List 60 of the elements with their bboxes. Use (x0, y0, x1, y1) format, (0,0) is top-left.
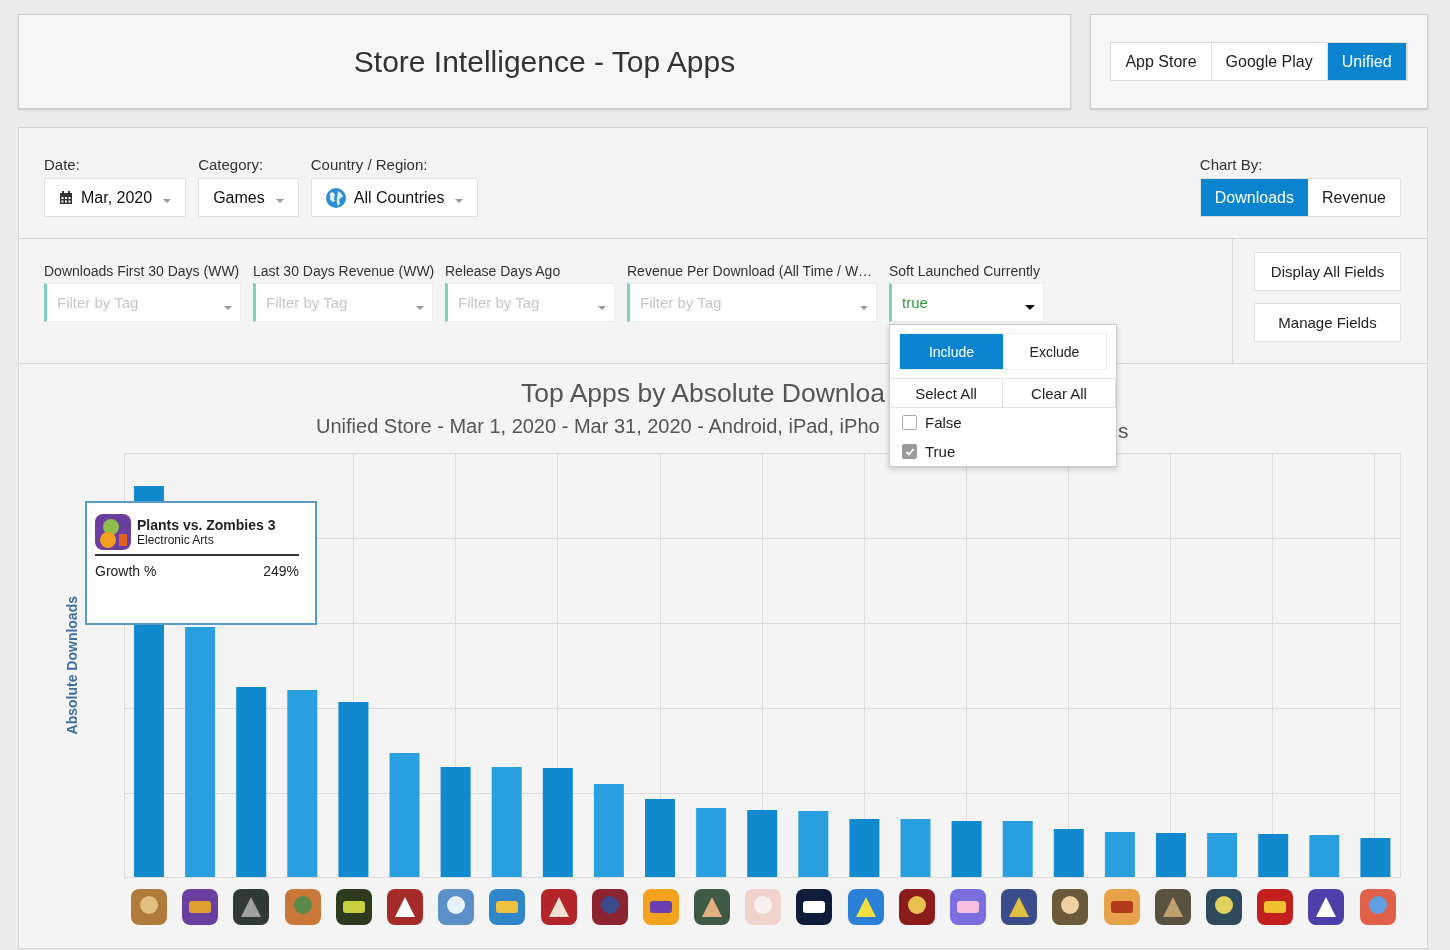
publisher-name: Electronic Arts (137, 533, 215, 547)
app-icon[interactable] (182, 889, 219, 925)
checkmark-icon (904, 446, 915, 457)
app-icon[interactable] (694, 889, 731, 925)
globe-icon (325, 187, 346, 208)
app-icon[interactable] (233, 889, 270, 925)
page-title: Store Intelligence - Top Apps (353, 44, 736, 79)
caret-icon (275, 198, 284, 203)
filter-dropdown[interactable]: Mar, 2020 (44, 178, 187, 217)
field-label: Revenue Per Download (All Time / W… (627, 263, 874, 279)
filter-label: Date: (44, 156, 81, 173)
chart-title: Top Apps by Absolute Downloa (521, 378, 885, 408)
chart-subtitle: Unified Store - Mar 1, 2020 - Mar 31, 2020 - Android, iPad, iPho (316, 415, 880, 437)
app-icon[interactable] (335, 889, 372, 925)
field-label: Release Days Ago (445, 263, 562, 279)
field-button[interactable]: Display All Fields (1254, 252, 1401, 291)
metric-value: 249% (263, 563, 299, 579)
calendar-icon (59, 190, 73, 205)
option-label: True (925, 443, 956, 460)
chart-by-toggle[interactable]: Downloads (1200, 179, 1308, 216)
checkbox[interactable] (902, 415, 917, 430)
app-icon[interactable] (591, 889, 628, 925)
filter-dropdown[interactable]: All Countries (310, 178, 479, 217)
caret-icon (1025, 305, 1035, 310)
app-icon[interactable] (1154, 889, 1191, 925)
caret-icon (455, 198, 464, 203)
popover-action-button[interactable]: Select All (890, 379, 1003, 407)
app-icon[interactable] (1308, 889, 1345, 925)
caret-icon (163, 198, 172, 203)
caret-icon (860, 305, 868, 310)
caret-icon (416, 305, 424, 310)
filter-dropdown[interactable]: Games (198, 178, 299, 217)
store-tab[interactable]: Unified (1327, 43, 1407, 80)
mode-toggle[interactable]: Include (900, 334, 1003, 369)
field-label: Last 30 Days Revenue (WW) (253, 263, 433, 279)
y-axis-label: Absolute Downloads (63, 595, 80, 735)
chart-by-label: Chart By: (1199, 156, 1264, 173)
app-icon[interactable] (1052, 889, 1089, 925)
store-tab[interactable]: Google Play (1211, 43, 1328, 80)
app-icon[interactable] (642, 889, 679, 925)
app-icon[interactable] (898, 889, 935, 925)
tag-filter-field[interactable]: true (889, 283, 1044, 322)
checkbox[interactable] (902, 444, 917, 459)
chart-subtitle: s (1118, 419, 1129, 443)
field-label: Downloads First 30 Days (WW) (44, 263, 241, 279)
app-icon[interactable] (386, 889, 423, 925)
store-tab[interactable]: App Store (1111, 43, 1212, 80)
caret-icon (224, 305, 232, 310)
option-label: False (925, 414, 962, 431)
metric-label: Growth % (95, 563, 157, 579)
app-icon (95, 514, 131, 550)
filter-label: Category: (198, 156, 265, 173)
caret-icon (598, 305, 606, 310)
app-icon[interactable] (1001, 889, 1038, 925)
app-icon[interactable] (1205, 889, 1242, 925)
app-name: Plants vs. Zombies 3 (137, 517, 276, 533)
field-button[interactable]: Manage Fields (1254, 303, 1401, 342)
app-icon[interactable] (796, 889, 833, 925)
filter-label: Country / Region: (310, 156, 429, 173)
field-label: Soft Launched Currently (889, 263, 1041, 279)
